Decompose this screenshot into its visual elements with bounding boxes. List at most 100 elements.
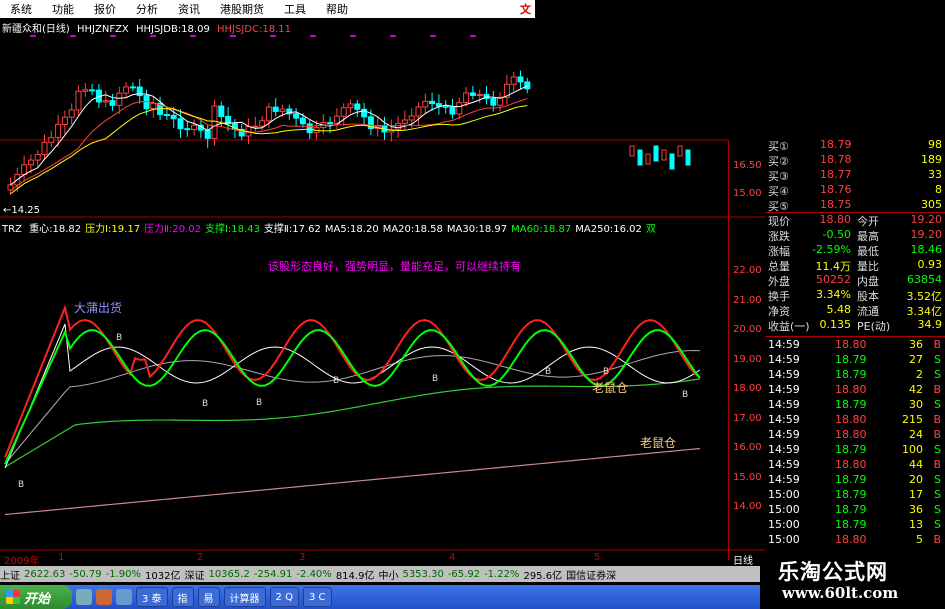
stat-key: 现价 [768, 215, 790, 228]
indicator-value: 支撑Ⅰ:18.43 [204, 224, 260, 235]
candle-body [184, 128, 191, 131]
candle-body [211, 105, 218, 139]
signal-marker [310, 35, 316, 37]
stat-row: 现价 18.80 今开 19.20 [765, 213, 945, 228]
watermark-url: www.60lt.com [782, 584, 899, 602]
stat-value: 19.20 [910, 213, 943, 226]
tick-row: 14:59 18.80 215 B [765, 413, 945, 428]
stat-key: 流通 [857, 305, 879, 318]
tick-side: S [934, 503, 941, 516]
candle-body [354, 103, 361, 110]
windows-taskbar: 开始 3 泰 指 易 计算器 2 Q 3 C [0, 585, 760, 609]
tick-volume: 20 [909, 473, 923, 486]
period-label[interactable]: 日线 [733, 552, 753, 567]
indicator-value: MA20:18.58 [382, 224, 443, 235]
candle-body [456, 102, 463, 115]
bid-price: 18.75 [820, 198, 852, 211]
stat-row: 涨幅 -2.59% 最低 18.46 [765, 243, 945, 258]
tick-time: 14:59 [768, 413, 800, 426]
stat-row: 总量 11.4万 量比 0.93 [765, 258, 945, 273]
analysis-comment: 该股形态良好，强势明显，量能充足，可以继续持有 [268, 259, 521, 273]
ma-line [10, 85, 528, 186]
quicklaunch-app-icon[interactable] [96, 589, 112, 605]
bid-label: 买④ [768, 185, 789, 198]
tick-side: B [933, 413, 941, 426]
candle-body [629, 145, 635, 157]
tick-side: S [934, 488, 941, 501]
site-watermark: 乐淘公式网 www.60lt.com [760, 552, 945, 609]
tick-side: S [934, 398, 941, 411]
signal-marker [190, 35, 196, 37]
taskbar-button[interactable]: 指 [171, 587, 194, 607]
tick-price: 18.80 [835, 413, 867, 426]
status-item: -65.92 [447, 568, 481, 580]
status-item: 5353.30 [402, 568, 444, 580]
tick-time: 14:59 [768, 458, 800, 471]
tick-row: 14:59 18.79 100 S [765, 443, 945, 458]
candle-body [442, 105, 449, 108]
candle-body [68, 109, 75, 118]
tick-panel[interactable]: 14:59 18.80 36 B 14:59 18.79 27 S 14:59 18.79 2 S 14… [765, 338, 945, 548]
month-label: 3 [299, 552, 306, 563]
candle-body [299, 117, 306, 125]
candle-body [661, 149, 667, 161]
status-item: 中小 [378, 570, 399, 582]
panel-divider [765, 336, 945, 337]
taskbar-button[interactable]: 2 Q [269, 587, 299, 607]
taskbar-button[interactable]: 3 泰 [136, 587, 168, 607]
quicklaunch-ie-icon[interactable] [76, 589, 92, 605]
buy-marker: B [603, 367, 609, 377]
quicklaunch-desktop-icon[interactable] [116, 589, 132, 605]
stat-key: 涨幅 [768, 245, 790, 258]
tick-row: 15:00 18.80 5 B [765, 533, 945, 548]
axis-tick-label: 15.00 [733, 472, 762, 483]
stat-value: 34.9 [917, 318, 943, 331]
stat-value: 19.20 [910, 228, 943, 241]
stat-key: 总量 [768, 260, 790, 273]
buy-marker: B [545, 367, 551, 377]
taskbar-button[interactable]: 计算器 [223, 587, 266, 607]
charts-canvas[interactable]: 16.50 15.00 ←14.25 22.00 21.00 20.00 19.00 18.0… [0, 0, 765, 552]
candle-body [109, 100, 116, 106]
tick-row: 14:59 18.79 27 S [765, 353, 945, 368]
tick-row: 14:59 18.80 44 B [765, 458, 945, 473]
axis-tick-label: 16.50 [733, 160, 762, 171]
tick-row: 15:00 18.79 36 S [765, 503, 945, 518]
status-item: 1032亿 [145, 570, 181, 582]
candle-body [510, 76, 517, 85]
ma5-line [4, 323, 701, 469]
tick-price: 18.79 [835, 488, 867, 501]
axis-tick-label: 14.00 [733, 501, 762, 512]
bid-label: 买③ [768, 170, 789, 183]
bid-price: 18.76 [820, 183, 852, 196]
axis-tick-label: 17.00 [733, 413, 762, 424]
indicator-value: 压力Ⅰ:19.17 [85, 224, 141, 235]
year-label: 2009年 [4, 556, 40, 567]
candle-body [170, 114, 177, 120]
stat-value: -2.59% [812, 243, 851, 256]
tick-side: S [934, 353, 941, 366]
signal-marker [150, 35, 156, 37]
indicator-name: TRZ [2, 224, 22, 235]
candle-body [89, 89, 96, 92]
candle-body [48, 137, 55, 143]
candle-body [395, 122, 402, 130]
tick-row: 14:59 18.80 36 B [765, 338, 945, 353]
stat-row: 净资 5.48 流通 3.34亿 [765, 303, 945, 318]
bid-volume: 8 [935, 183, 942, 196]
bid-row: 买④ 18.76 8 [765, 183, 945, 198]
start-button[interactable]: 开始 [0, 585, 72, 609]
tick-volume: 27 [909, 353, 923, 366]
signal-marker [430, 35, 436, 37]
bid-row: 买① 18.79 98 [765, 138, 945, 153]
tick-side: B [933, 383, 941, 396]
index-status-bar: 上证 2622.63 -50.79 -1.90% 1032亿 深证 10365.2 -254.… [0, 566, 760, 582]
candle-body [524, 81, 531, 90]
candle-body [469, 92, 476, 96]
taskbar-button[interactable]: 易 [197, 587, 220, 607]
bid-label: 买② [768, 155, 789, 168]
taskbar-button[interactable]: 3 C [302, 587, 332, 607]
candle-body [82, 89, 89, 92]
candle-body [204, 129, 211, 139]
tick-price: 18.79 [835, 353, 867, 366]
